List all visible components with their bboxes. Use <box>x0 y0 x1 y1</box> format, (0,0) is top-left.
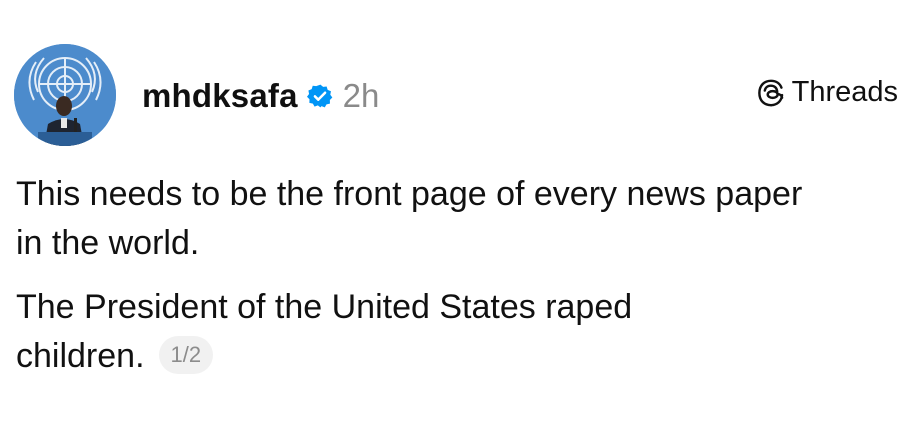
threads-logo-icon <box>757 79 783 106</box>
post-paragraph-text: The President of the United States raped… <box>16 288 633 375</box>
avatar-image <box>14 44 116 146</box>
post-header: mhdksafa 2h <box>142 74 379 118</box>
username[interactable]: mhdksafa <box>142 77 298 115</box>
verified-badge-icon <box>306 84 333 108</box>
post-paragraph-2: The President of the United States raped… <box>16 283 756 381</box>
page-indicator: 1/2 <box>158 336 214 375</box>
post-body: This needs to be the front page of every… <box>16 170 896 381</box>
avatar[interactable] <box>14 44 116 146</box>
post-paragraph: This needs to be the front page of every… <box>16 175 803 262</box>
threads-label: Threads <box>791 76 898 108</box>
post-card: mhdksafa 2h Threads This needs to be the… <box>0 0 920 424</box>
threads-branding[interactable]: Threads <box>756 76 898 109</box>
timestamp: 2h <box>342 77 380 114</box>
